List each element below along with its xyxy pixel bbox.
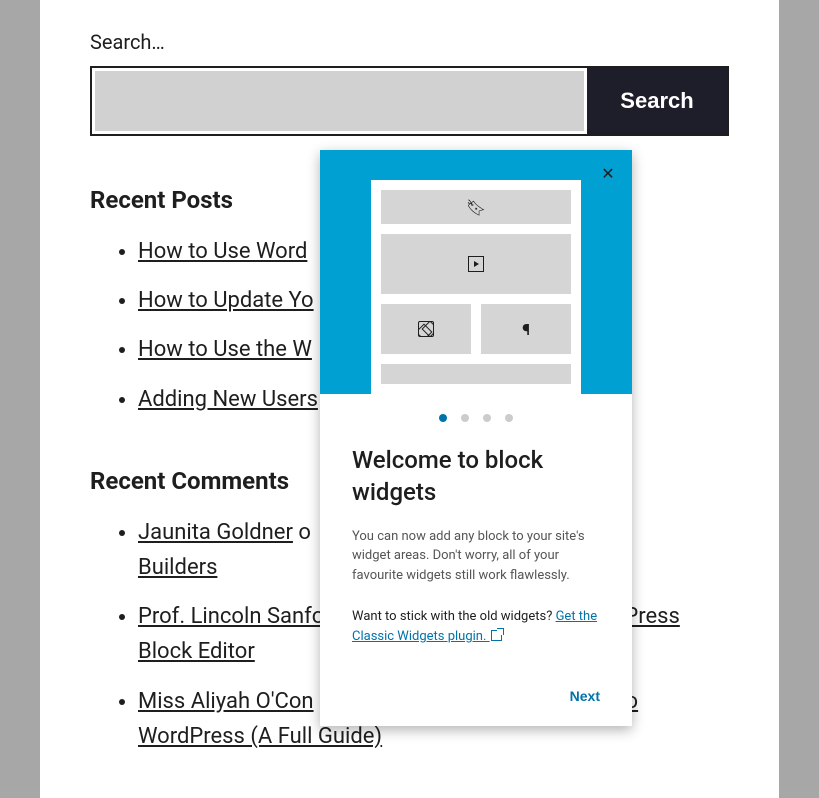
comment-post-link[interactable]: Builders (138, 555, 217, 580)
modal-footer: Next (320, 666, 632, 726)
search-form: Search (90, 66, 729, 136)
close-button[interactable]: ✕ (596, 162, 620, 186)
modal-title: Welcome to block widgets (352, 444, 600, 509)
external-link-icon (491, 630, 502, 641)
post-link[interactable]: Adding New Users (138, 387, 318, 412)
pager-dot[interactable] (439, 414, 447, 422)
mock-block (381, 234, 571, 294)
on-text: o (293, 520, 311, 545)
welcome-modal: ✕ 🔖︎ ¶ Welcome to block w (320, 150, 632, 726)
comment-author-link[interactable]: Jaunita Goldner (138, 520, 293, 545)
modal-body: Welcome to block widgets You can now add… (320, 432, 632, 666)
bookmark-icon: 🔖︎ (466, 198, 486, 217)
modal-pager (320, 394, 632, 432)
pager-dot[interactable] (461, 414, 469, 422)
paragraph-icon: ¶ (522, 320, 530, 339)
mock-block (381, 364, 571, 384)
stick-prefix: Want to stick with the old widgets? (352, 609, 556, 624)
modal-hero: ✕ 🔖︎ ¶ (320, 150, 632, 394)
pager-dot[interactable] (505, 414, 513, 422)
play-icon (468, 256, 484, 272)
comment-author-link[interactable]: Prof. Lincoln Sanfo (138, 604, 324, 629)
pager-dot[interactable] (483, 414, 491, 422)
hero-illustration: 🔖︎ ¶ (371, 180, 581, 394)
mock-block: 🔖︎ (381, 190, 571, 224)
post-link[interactable]: How to Update Yo (138, 288, 314, 313)
post-link[interactable]: How to Use the W (138, 337, 312, 362)
modal-classic-prompt: Want to stick with the old widgets? Get … (352, 607, 600, 646)
post-link[interactable]: How to Use Word (138, 239, 307, 264)
comment-post-link[interactable]: Press (624, 604, 680, 629)
image-icon (418, 321, 434, 337)
search-label: Search… (90, 30, 729, 54)
modal-description: You can now add any block to your site's… (352, 527, 600, 586)
comment-post-link[interactable]: WordPress (A Full Guide) (138, 724, 382, 749)
comment-author-link[interactable]: Miss Aliyah O'Con (138, 689, 314, 714)
search-input[interactable] (92, 68, 587, 134)
close-icon: ✕ (601, 166, 614, 183)
mock-block (381, 304, 471, 354)
mock-block: ¶ (481, 304, 571, 354)
search-button[interactable]: Search (587, 68, 727, 134)
comment-post-link[interactable]: Block Editor (138, 639, 255, 664)
next-button[interactable]: Next (570, 688, 600, 704)
